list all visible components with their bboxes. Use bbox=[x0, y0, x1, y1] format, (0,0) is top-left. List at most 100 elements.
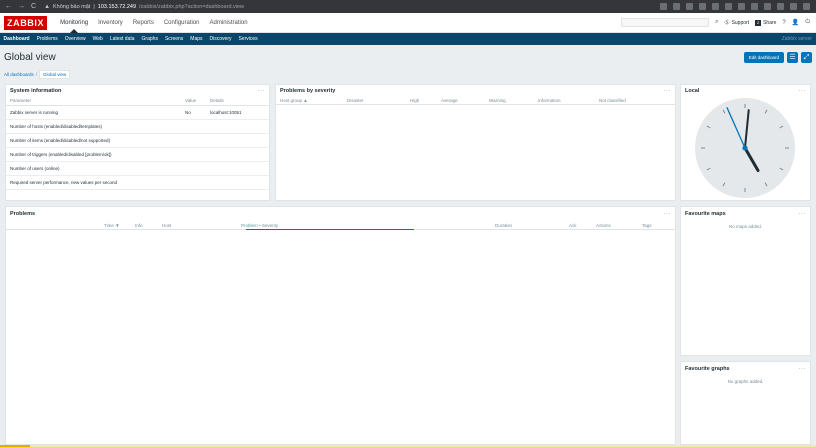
subnav-latest-data[interactable]: Latest data bbox=[106, 36, 138, 42]
widget-menu-icon[interactable]: ··· bbox=[799, 366, 807, 372]
column-header-average: Average bbox=[441, 98, 458, 103]
clock-center bbox=[742, 145, 748, 151]
subnav-screens[interactable]: Screens bbox=[161, 36, 186, 42]
widget-title: Favourite graphs bbox=[685, 366, 730, 372]
table-header-row: Parameter Value Details bbox=[6, 96, 269, 106]
server-name: Zabbix server bbox=[781, 36, 812, 42]
column-header-ack: Ack bbox=[569, 223, 577, 228]
column-header-time[interactable]: Time ▼ bbox=[104, 223, 120, 228]
extension-icon[interactable] bbox=[712, 3, 719, 10]
widget-title: Problems bbox=[10, 211, 36, 217]
subnav-problems[interactable]: Problems bbox=[33, 36, 61, 42]
table-row: Zabbix server is running No localhost:10… bbox=[6, 105, 269, 120]
widget-menu-icon[interactable]: ··· bbox=[664, 88, 672, 94]
nav-inventory[interactable]: Inventory bbox=[93, 13, 128, 33]
widget-title: System information bbox=[10, 87, 62, 94]
problems-widget: Problems ··· Time ▼ Info Host Problem • … bbox=[5, 206, 676, 445]
extension-icon[interactable] bbox=[725, 3, 732, 10]
empty-message: No graphs added. bbox=[727, 379, 764, 384]
details-cell bbox=[206, 147, 269, 162]
puzzle-icon[interactable] bbox=[764, 3, 771, 10]
table-row: Number of users (online) bbox=[6, 161, 269, 176]
bookmark-icon[interactable] bbox=[699, 3, 706, 10]
widget-title: Favourite maps bbox=[685, 211, 726, 217]
breadcrumb-current[interactable]: Global view bbox=[39, 69, 71, 79]
back-icon[interactable]: ← bbox=[5, 3, 12, 10]
widget-menu-icon[interactable]: ··· bbox=[258, 88, 266, 94]
help-icon[interactable]: ? bbox=[782, 20, 785, 26]
column-header-information: Information bbox=[538, 98, 561, 103]
breadcrumb-separator: / bbox=[35, 71, 38, 77]
subnav-graphs[interactable]: Graphs bbox=[138, 36, 161, 42]
subnav-web[interactable]: Web bbox=[89, 36, 106, 42]
window-icon[interactable] bbox=[777, 3, 784, 10]
reload-icon[interactable]: C bbox=[31, 3, 36, 10]
nav-monitoring[interactable]: Monitoring bbox=[55, 13, 93, 33]
address-bar[interactable]: ▲ Không bảo mật | 103.153.72.249/zabbix/… bbox=[44, 4, 244, 10]
value-cell bbox=[181, 147, 206, 162]
column-header-details: Details bbox=[206, 96, 269, 106]
value-cell bbox=[181, 133, 206, 148]
subnav-discovery[interactable]: Discovery bbox=[206, 36, 235, 42]
column-header-not-classified: Not classified bbox=[599, 98, 626, 103]
table-row: Number of hosts (enabled/disabled/templa… bbox=[6, 119, 269, 134]
security-label: Không bảo mật bbox=[53, 3, 91, 10]
widget-header: Favourite graphs ··· bbox=[681, 362, 810, 376]
sub-nav: Dashboard Problems Overview Web Latest d… bbox=[0, 33, 816, 45]
value-cell bbox=[181, 161, 206, 176]
widget-menu-icon[interactable]: ··· bbox=[799, 88, 807, 94]
extension-icon[interactable] bbox=[751, 3, 758, 10]
breadcrumb-all-dashboards[interactable]: All dashboards bbox=[4, 72, 34, 77]
column-header-warning: Warning bbox=[489, 98, 506, 103]
fullscreen-icon[interactable]: ⤢ bbox=[801, 51, 812, 63]
favourite-maps-widget: Favourite maps ··· No maps added. bbox=[680, 206, 811, 356]
share-icon: Z bbox=[755, 19, 762, 26]
app-header: ZABBIX Monitoring Inventory Reports Conf… bbox=[0, 13, 816, 33]
user-icon[interactable]: 👤 bbox=[792, 19, 799, 26]
warning-icon: ▲ bbox=[44, 3, 51, 10]
extension-icon[interactable] bbox=[673, 3, 680, 10]
subnav-services[interactable]: Services bbox=[235, 36, 261, 42]
column-header-parameter: Parameter bbox=[6, 96, 181, 106]
column-header-host-group[interactable]: Host group ▲ bbox=[280, 98, 308, 103]
share-link[interactable]: Z Share bbox=[755, 19, 776, 26]
profile-icon[interactable] bbox=[790, 3, 797, 10]
menu-icon[interactable] bbox=[803, 3, 810, 10]
zabbix-logo[interactable]: ZABBIX bbox=[4, 15, 48, 30]
nav-administration[interactable]: Administration bbox=[205, 13, 253, 33]
support-link[interactable]: Ⓢ Support bbox=[725, 19, 750, 27]
subnav-dashboard[interactable]: Dashboard bbox=[0, 36, 33, 42]
column-header-tags: Tags bbox=[642, 223, 652, 228]
column-header-value: Value bbox=[181, 96, 206, 106]
edit-dashboard-button[interactable]: Edit dashboard bbox=[743, 51, 784, 63]
table-row: Number of items (enabled/disabled/not su… bbox=[6, 133, 269, 148]
empty-message: No maps added. bbox=[728, 224, 763, 229]
details-cell bbox=[206, 161, 269, 176]
subnav-maps[interactable]: Maps bbox=[187, 36, 206, 42]
widget-menu-icon[interactable]: ··· bbox=[664, 211, 672, 217]
forward-icon[interactable]: → bbox=[18, 3, 25, 10]
search-icon[interactable]: ⌕ bbox=[715, 19, 718, 26]
subnav-overview[interactable]: Overview bbox=[61, 36, 89, 42]
key-icon[interactable] bbox=[660, 3, 667, 10]
widget-menu-icon[interactable]: ··· bbox=[799, 211, 807, 217]
column-header-problem-severity: Problem • Severity bbox=[241, 223, 279, 228]
actions-menu-icon[interactable]: ☰ bbox=[787, 51, 798, 63]
widget-header: System information ··· bbox=[6, 85, 269, 96]
widget-title: Local bbox=[685, 87, 700, 94]
share-page-icon[interactable] bbox=[686, 3, 693, 10]
problems-by-severity-widget: Problems by severity ··· Host group ▲ Di… bbox=[275, 84, 676, 201]
search-input[interactable] bbox=[621, 18, 710, 27]
parameter-cell: Number of triggers (enabled/disabled [pr… bbox=[6, 147, 181, 162]
url-host: 103.153.72.249 bbox=[97, 3, 136, 10]
sort-indicator bbox=[246, 229, 414, 230]
logout-icon[interactable]: ⏻ bbox=[805, 19, 810, 26]
details-cell bbox=[206, 119, 269, 134]
details-cell bbox=[206, 175, 269, 190]
nav-reports[interactable]: Reports bbox=[128, 13, 159, 33]
table-row: Required server performance, new values … bbox=[6, 175, 269, 190]
value-cell bbox=[181, 119, 206, 134]
extension-icon[interactable] bbox=[738, 3, 745, 10]
nav-configuration[interactable]: Configuration bbox=[159, 13, 205, 33]
column-header-duration: Duration bbox=[495, 223, 513, 228]
